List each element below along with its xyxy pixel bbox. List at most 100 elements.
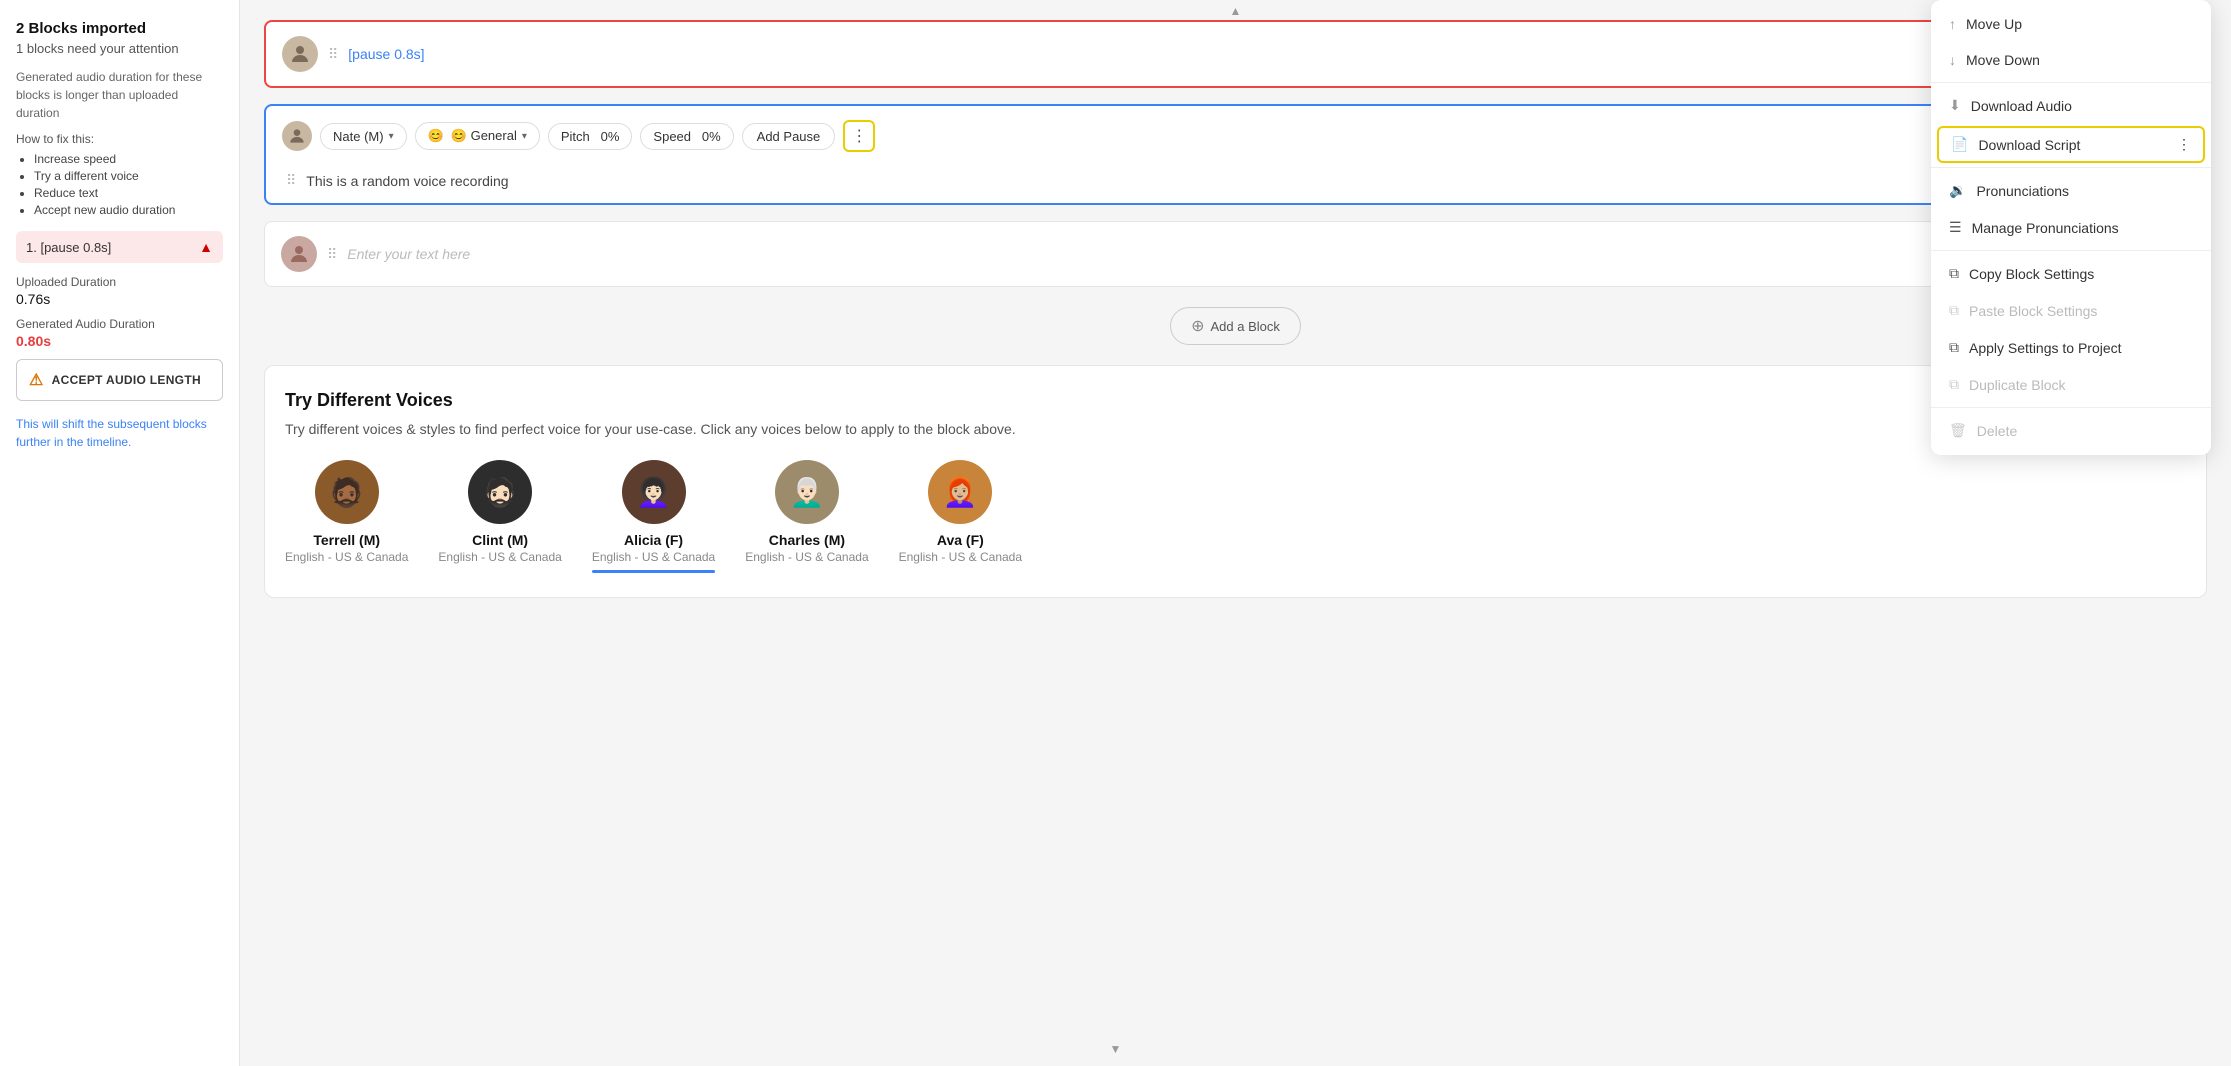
menu-item-copy-block-settings[interactable]: ⧉ Copy Block Settings [1931,255,2211,292]
voice-lang-4: English - US & Canada [899,550,1022,564]
download-audio-icon: ⬇ [1949,97,1961,114]
accept-btn-label: ACCEPT AUDIO LENGTH [52,373,201,387]
warning-icon: ⚠ [29,370,44,390]
add-block-area: ⊕ Add a Block [264,307,2207,345]
menu-item-label-move-up: Move Up [1966,16,2022,32]
voice-avatar-3: 👨🏻‍🦳 [775,460,839,524]
copy-settings-icon: ⧉ [1949,265,1959,282]
menu-item-label-pronunciations: Pronunciations [1976,183,2069,199]
emotion-selector-button[interactable]: 😊 😊 General ▾ [415,122,540,150]
add-block-label: Add a Block [1211,319,1280,334]
uploaded-duration-label: Uploaded Duration [16,275,223,289]
voice-lang-2: English - US & Canada [592,550,715,564]
voices-panel-description: Try different voices & styles to find pe… [285,419,2186,440]
add-pause-label: Add Pause [757,129,821,144]
speed-button[interactable]: Speed 0% [640,123,733,150]
menu-item-label-download-audio: Download Audio [1971,98,2072,114]
voice-avatar-0: 🧔🏾 [315,460,379,524]
block-3-card: ⠿ Enter your text here [264,221,2207,287]
add-pause-button[interactable]: Add Pause [742,123,836,150]
menu-item-label-delete: Delete [1977,423,2017,439]
menu-item-download-script[interactable]: 📄 Download Script ⋮ [1937,126,2205,163]
sidebar-subtitle: 1 blocks need your attention [16,41,223,56]
chevron-down-icon: ▾ [389,131,394,142]
apply-settings-icon: ⧉ [1949,339,1959,356]
voice-card[interactable]: 👩🏼‍🦰 Ava (F) English - US & Canada [899,460,1022,573]
block-1-avatar [282,36,318,72]
menu-item-pronunciations[interactable]: 🔉 Pronunciations [1931,172,2211,209]
block-options-button[interactable]: ⋮ [843,120,875,152]
block-3-wrapper: ⠿ Enter your text here [264,221,2207,287]
voice-card[interactable]: 👨🏻‍🦳 Charles (M) English - US & Canada [745,460,868,573]
chevron-down-icon-2: ▾ [522,131,527,142]
menu-item-label-paste-block-settings: Paste Block Settings [1969,303,2097,319]
menu-item-delete: 🗑 Delete [1931,412,2211,449]
voice-selector-button[interactable]: Nate (M) ▾ [320,123,407,150]
menu-item-label-apply-settings: Apply Settings to Project [1969,340,2122,356]
block-2-toolbar: Nate (M) ▾ 😊 😊 General ▾ Pitch 0% Speed [282,120,875,152]
generated-duration-label: Generated Audio Duration [16,317,223,331]
pitch-button[interactable]: Pitch 0% [548,123,633,150]
scroll-down-indicator: ▼ [1110,1042,1122,1056]
paste-settings-icon: ⧉ [1949,302,1959,319]
block-3-avatar [281,236,317,272]
pronunciations-icon: 🔉 [1949,182,1966,199]
pitch-label: Pitch [561,129,590,144]
sidebar-description: Generated audio duration for these block… [16,68,223,122]
fix-item: Reduce text [34,186,223,200]
fix-item: Try a different voice [34,169,223,183]
block-2-card: Nate (M) ▾ 😊 😊 General ▾ Pitch 0% Speed [264,104,2207,205]
menu-item-download-audio[interactable]: ⬇ Download Audio [1931,87,2211,124]
move-down-icon: ↓ [1949,52,1956,68]
fix-item: Accept new audio duration [34,203,223,217]
voice-name-4: Ava (F) [899,532,1022,548]
voice-card[interactable]: 👩🏻‍🦱 Alicia (F) English - US & Canada [592,460,715,573]
manage-pron-icon: ☰ [1949,219,1962,236]
shift-text: This will shift the subsequent blocks fu… [16,415,223,451]
duplicate-icon: ⧉ [1949,376,1959,393]
voice-name-1: Clint (M) [438,532,561,548]
block-1-text: [pause 0.8s] [348,46,424,62]
menu-item-apply-settings[interactable]: ⧉ Apply Settings to Project [1931,329,2211,366]
uploaded-duration-value: 0.76s [16,291,223,307]
fix-item: Increase speed [34,152,223,166]
block-issue-item[interactable]: 1. [pause 0.8s] ▲ [16,231,223,263]
voice-name-2: Alicia (F) [592,532,715,548]
block-2-text: This is a random voice recording [306,173,508,189]
sidebar-title: 2 Blocks imported [16,20,223,37]
voice-card[interactable]: 🧔🏻 Clint (M) English - US & Canada [438,460,561,573]
voice-name: Nate (M) [333,129,384,144]
voice-lang-3: English - US & Canada [745,550,868,564]
voice-card[interactable]: 🧔🏾 Terrell (M) English - US & Canada [285,460,408,573]
block-issue-label: 1. [pause 0.8s] [26,240,111,255]
voices-panel-title: Try Different Voices [285,390,2186,411]
sidebar-how-to-fix: How to fix this: [16,132,223,146]
emotion-emoji: 😊 [428,128,444,144]
menu-item-paste-block-settings: ⧉ Paste Block Settings [1931,292,2211,329]
speed-label: Speed [653,129,691,144]
generated-duration-section: Generated Audio Duration 0.80s [16,317,223,349]
accept-audio-length-button[interactable]: ⚠ ACCEPT AUDIO LENGTH [16,359,223,401]
block-issue-arrow: ▲ [199,239,213,255]
menu-item-move-down[interactable]: ↓ Move Down [1931,42,2211,78]
speed-value: 0% [702,129,721,144]
menu-item-label-copy-block-settings: Copy Block Settings [1969,266,2094,282]
menu-item-label-move-down: Move Down [1966,52,2040,68]
download-script-icon: 📄 [1951,136,1968,153]
block-3-placeholder[interactable]: Enter your text here [347,246,470,262]
voice-name-0: Terrell (M) [285,532,408,548]
block-2-avatar [282,121,312,151]
block-1-card: ⠿ [pause 0.8s] [264,20,2207,88]
menu-item-duplicate-block: ⧉ Duplicate Block [1931,366,2211,403]
three-dots-in-menu[interactable]: ⋮ [2177,136,2191,153]
voice-avatar-1: 🧔🏻 [468,460,532,524]
move-up-icon: ↑ [1949,16,1956,32]
delete-icon: 🗑 [1949,422,1967,439]
menu-item-manage-pronunciations[interactable]: ☰ Manage Pronunciations [1931,209,2211,246]
add-block-button[interactable]: ⊕ Add a Block [1170,307,1301,345]
try-voices-panel: × Try Different Voices Try different voi… [264,365,2207,598]
scroll-up-indicator: ▲ [1230,4,1242,18]
menu-item-move-up[interactable]: ↑ Move Up [1931,6,2211,42]
drag-handle-3: ⠿ [327,246,337,263]
context-menu: ↑ Move Up ↓ Move Down ⬇ Download Audio 📄… [1931,0,2211,455]
